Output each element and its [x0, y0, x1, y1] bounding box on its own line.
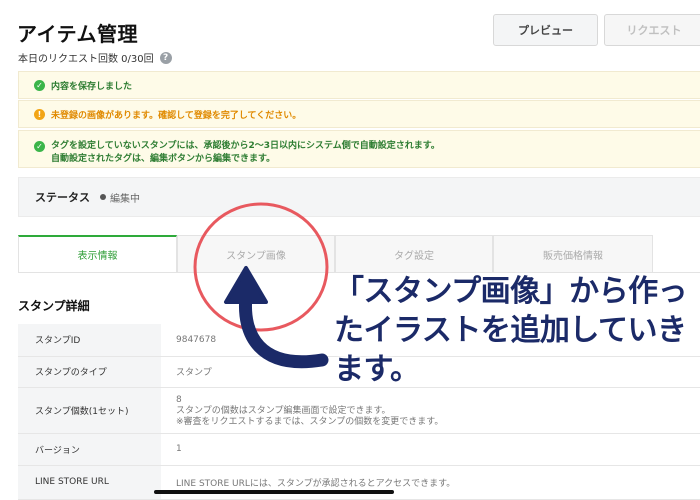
alert-tag-info: ✓ タグを設定していないスタンプには、承認後から2〜3日以内にシステム側で自動設… [18, 130, 700, 168]
stamp-id-label: スタンプID [18, 324, 161, 357]
section-title: スタンプ詳細 [18, 299, 90, 313]
check-circle-icon: ✓ [34, 79, 45, 91]
alert-unregistered-image-text: 未登録の画像があります。確認して登録を完了してください。 [51, 110, 302, 121]
check-circle-icon: ✓ [34, 141, 45, 152]
tab-display-info[interactable]: 表示情報 [18, 235, 177, 273]
table-row: バージョン 1 [18, 433, 700, 466]
annotation-caption: 「スタンプ画像」から作ったイラストを追加していきます。 [334, 274, 688, 387]
alert-saved-text: 内容を保存しました [51, 81, 133, 92]
stamp-count-label: スタンプ個数(1セット) [18, 387, 161, 434]
home-indicator [154, 490, 394, 494]
alert-tag-info-line2: 自動設定されたタグは、編集ボタンから編集できます。 [51, 154, 276, 164]
version-label: バージョン [18, 433, 161, 466]
page-title: アイテム管理 [17, 22, 138, 46]
preview-button[interactable]: プレビュー [493, 14, 598, 46]
exclamation-circle-icon: ! [34, 108, 45, 120]
request-quota-label: 本日のリクエスト回数 0/30回 [18, 54, 154, 65]
request-quota: 本日のリクエスト回数 0/30回 ? [18, 50, 172, 65]
stamp-type-label: スタンプのタイプ [18, 356, 161, 388]
request-button[interactable]: リクエスト [604, 14, 700, 46]
version-value: 1 [161, 433, 700, 466]
alert-tag-info-text: タグを設定していないスタンプには、承認後から2〜3日以内にシステム側で自動設定さ… [51, 140, 440, 166]
stamp-count-note1: スタンプの個数はスタンプ編集画面で設定できます。 [176, 405, 391, 416]
tab-stamp-images[interactable]: スタンプ画像 [177, 235, 335, 273]
help-icon[interactable]: ? [159, 51, 172, 64]
stamp-count-value: 8 [176, 394, 182, 405]
table-row: スタンプ個数(1セット) 8 スタンプの個数はスタンプ編集画面で設定できます。 … [18, 387, 700, 434]
arrow-head [224, 266, 268, 304]
alert-tag-info-line1: タグを設定していないスタンプには、承認後から2〜3日以内にシステム側で自動設定さ… [51, 141, 440, 151]
status-label: ステータス [35, 191, 90, 204]
tab-sales-price[interactable]: 販売価格情報 [493, 235, 653, 273]
stamp-count-note2: ※審査をリクエストするまでは、スタンプの個数を変更できます。 [176, 416, 444, 427]
tab-tag-settings[interactable]: タグ設定 [335, 235, 493, 273]
status-value: 編集中 [110, 193, 140, 205]
status-dot-icon [100, 194, 106, 200]
alert-unregistered-image: ! 未登録の画像があります。確認して登録を完了してください。 [18, 100, 700, 128]
store-url-label: LINE STORE URL [18, 465, 161, 500]
alert-saved: ✓ 内容を保存しました [18, 71, 700, 99]
stamp-count-cell: 8 スタンプの個数はスタンプ編集画面で設定できます。 ※審査をリクエストするまで… [161, 387, 700, 434]
status-bar: ステータス 編集中 [18, 177, 700, 217]
tab-bar: 表示情報 スタンプ画像 タグ設定 販売価格情報 [18, 235, 700, 273]
